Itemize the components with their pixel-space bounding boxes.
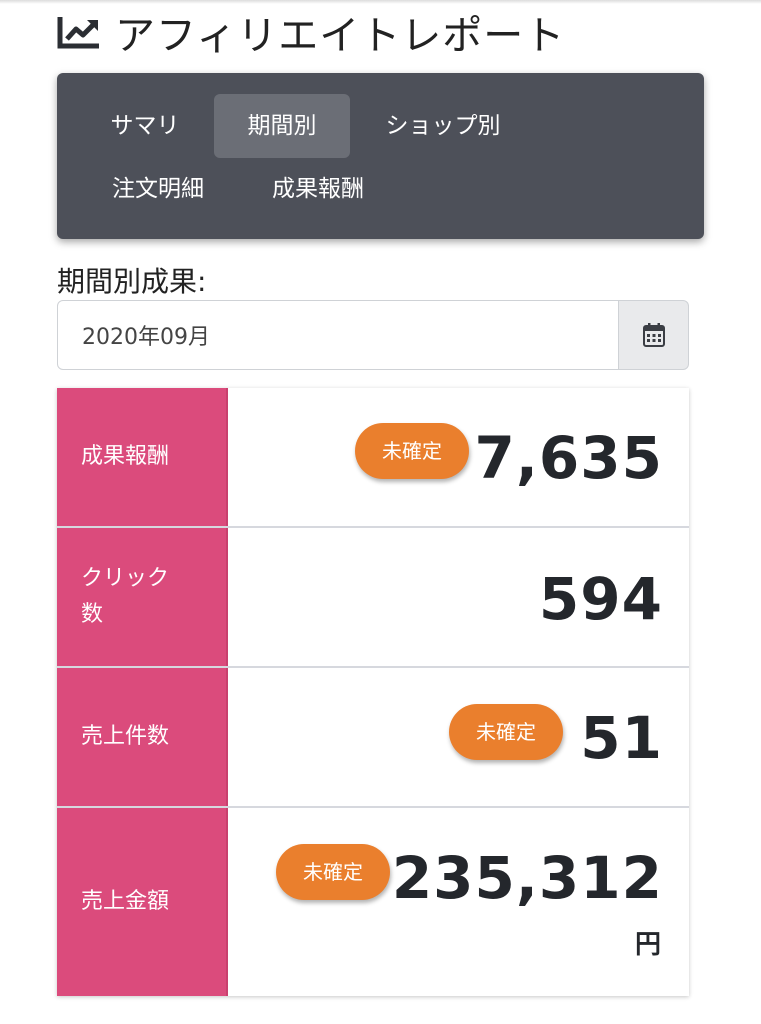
currency-unit: 円: [634, 930, 661, 960]
month-input[interactable]: [57, 300, 619, 370]
stat-value: 594: [538, 565, 663, 633]
calendar-icon: [642, 323, 665, 347]
trending-up-chart-icon: [57, 17, 99, 49]
stat-row-clicks: クリック数 594: [57, 528, 689, 668]
page: アフィリエイトレポート サマリ 期間別 ショップ別 注文明細 成果報酬 期間別成…: [0, 0, 761, 1024]
stat-label: 成果報酬: [57, 388, 228, 526]
stat-label: 売上金額: [57, 808, 228, 996]
tab-commission[interactable]: 成果報酬: [245, 157, 391, 221]
stat-label: クリック数: [57, 528, 228, 666]
stat-value: 51: [580, 704, 663, 772]
stat-label: 売上件数: [57, 668, 228, 806]
stats-table: 成果報酬 未確定 7,635 クリック数 594 売上件数 未確定 51 売上金…: [57, 388, 689, 996]
period-label: 期間別成果:: [57, 265, 207, 298]
page-header: アフィリエイトレポート: [57, 6, 566, 59]
stat-value: 235,312: [391, 844, 663, 912]
page-title: アフィリエイトレポート: [115, 13, 566, 59]
tab-by-shop[interactable]: ショップ別: [359, 94, 527, 158]
stat-row-commission: 成果報酬 未確定 7,635: [57, 388, 689, 528]
stat-row-sales-amount: 売上金額 未確定 235,312 円: [57, 808, 689, 996]
calendar-button[interactable]: [619, 300, 689, 370]
report-tabs: サマリ 期間別 ショップ別 注文明細 成果報酬: [57, 73, 704, 239]
unconfirmed-badge: 未確定: [355, 423, 469, 479]
stat-row-sales-count: 売上件数 未確定 51: [57, 668, 689, 808]
unconfirmed-badge: 未確定: [276, 844, 390, 900]
date-picker: [57, 300, 689, 372]
stat-value: 7,635: [474, 424, 663, 492]
tab-summary[interactable]: サマリ: [85, 94, 205, 158]
tab-by-period[interactable]: 期間別: [214, 94, 350, 158]
unconfirmed-badge: 未確定: [449, 704, 563, 760]
tab-order-details[interactable]: 注文明細: [85, 157, 231, 221]
